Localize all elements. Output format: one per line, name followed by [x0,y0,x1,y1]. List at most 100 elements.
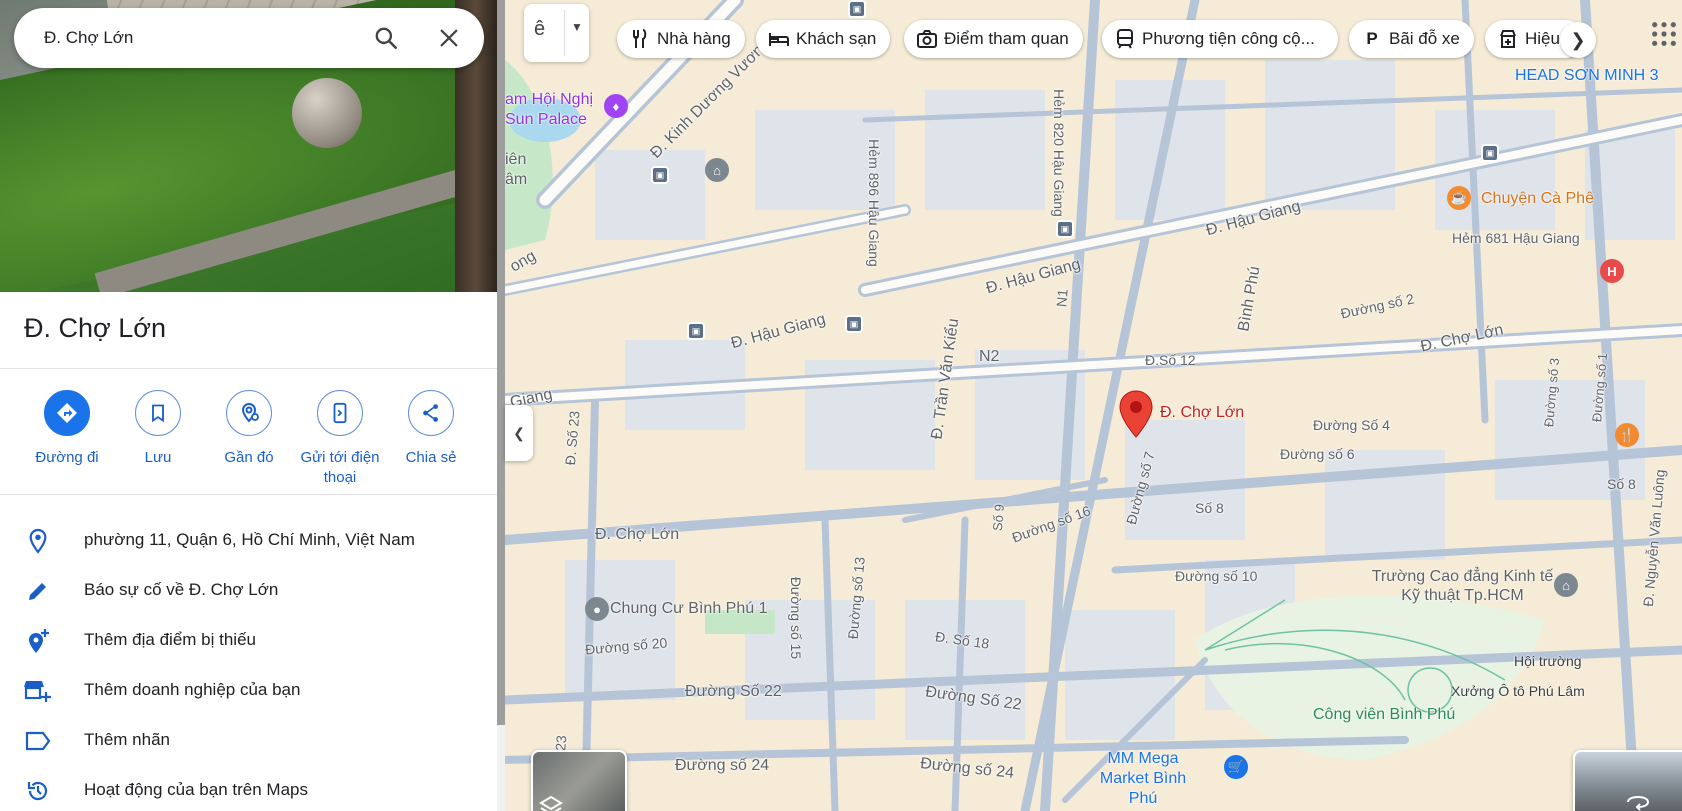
collapse-panel-button[interactable]: ❮ [505,405,533,461]
transit-icon [1114,28,1136,50]
place-title: Đ. Chợ Lớn [24,313,166,343]
place-label[interactable]: iên âm [505,150,535,190]
road-label: Đ.Số 12 [1145,352,1196,368]
road-label: N2 [979,348,1000,365]
road-label: Đường Số 22 [685,683,782,700]
camera-icon [916,28,938,50]
chip-transit[interactable]: Phương tiện công cộ... [1102,20,1338,58]
edit-pencil-icon [24,577,52,605]
maps-activity-row[interactable]: Hoạt động của bạn trên Maps [0,765,497,811]
chip-restaurants[interactable]: Nhà hàng [617,20,745,58]
restaurant-icon [629,28,651,50]
road-label: Đường số 15 [788,576,805,660]
shopping-cart-icon[interactable]: 🛒 [1224,755,1248,779]
clear-search-button[interactable] [431,20,467,56]
send-to-phone-button[interactable]: Gửi tới điện thoại [295,390,385,488]
send-to-phone-icon [317,390,363,436]
add-missing-place-row[interactable]: Thêm địa điểm bị thiếu [0,615,497,665]
road-label: Số 9 [989,503,1008,532]
selected-place-marker-icon[interactable] [1118,390,1154,438]
bus-stop-icon[interactable]: ▣ [1481,144,1499,162]
place-label[interactable]: MM Mega Market Bình Phú [1088,749,1198,809]
bus-stop-icon[interactable]: ▣ [845,315,863,333]
bus-stop-icon[interactable]: ▣ [848,0,866,18]
road-label: Đường Số 4 [1313,417,1390,433]
road-label: Đường số 10 [1175,568,1258,584]
bus-stop-icon[interactable]: ▣ [1056,220,1074,238]
address-row[interactable]: phường 11, Quận 6, Hồ Chí Minh, Việt Nam [0,515,497,565]
pharmacy-icon [1497,28,1519,50]
add-business-icon [24,677,52,705]
chevron-right-icon: ❯ [1570,29,1586,50]
add-business-row[interactable]: Thêm doanh nghiệp của bạn [0,665,497,715]
school-icon[interactable]: ⌂ [1554,573,1578,597]
cafe-icon[interactable]: ☕ [1447,186,1471,210]
place-label[interactable]: Chuyện Cà Phê [1481,190,1594,208]
school-icon[interactable]: ⌂ [705,158,729,182]
chips-next-button[interactable]: ❯ [1560,22,1596,58]
road-label: Đ. Chợ Lớn [595,526,680,543]
chip-hotels[interactable]: Khách sạn [756,20,891,58]
road-label: N1 [1053,288,1071,308]
chip-attractions[interactable]: Điểm tham quan [904,20,1083,58]
restaurant-icon[interactable]: 🍴 [1615,423,1639,447]
save-button[interactable]: Lưu [113,390,203,468]
chip-label: Nhà hàng [657,29,731,48]
bus-stop-icon[interactable]: ▣ [651,166,669,184]
nearby-icon [226,390,272,436]
pin-icon[interactable]: ● [585,597,609,621]
search-button[interactable] [368,20,404,56]
apps-grid-icon[interactable] [1650,20,1678,48]
street-view-thumbnail[interactable] [1573,750,1682,811]
chevron-left-icon: ❮ [513,424,525,441]
road-label: Hẻm 681 Hậu Giang [1452,230,1580,246]
nearby-label: Gần đó [224,449,274,466]
chip-label: Hiệu [1525,29,1560,48]
bus-stop-icon[interactable]: ▣ [687,322,705,340]
input-method-icon: ê [534,18,546,40]
road-label: Đường số 6 [1280,446,1355,462]
search-box[interactable]: Đ. Chợ Lớn [14,8,484,68]
chip-label: Phương tiện công cộ... [1142,29,1315,48]
rotate-360-icon [1627,795,1650,811]
place-label[interactable]: Chung Cư Bình Phú 1 [610,600,767,618]
history-icon [24,777,52,805]
event-venue-icon[interactable]: ♦ [604,94,628,118]
photo-stone-ball [292,78,362,148]
report-issue-row[interactable]: Báo sự cố về Đ. Chợ Lớn [0,565,497,615]
nearby-button[interactable]: Gần đó [204,390,294,468]
divider [0,368,497,369]
share-icon [408,390,454,436]
add-missing-place-text: Thêm địa điểm bị thiếu [84,630,256,649]
layers-button[interactable] [531,750,627,811]
road-label: Hẻm 820 Hậu Giang [1050,89,1067,217]
chip-label: Khách sạn [796,29,877,48]
bookmark-icon [135,390,181,436]
selected-place-label[interactable]: Đ. Chợ Lớn [1160,404,1244,422]
place-label[interactable]: Xưởng Ô tô Phú Lâm [1451,683,1585,699]
road-label: Hẻm 896 Hậu Giang [865,139,882,267]
chevron-down-icon[interactable]: ▼ [571,20,583,34]
share-label: Chia sẻ [405,449,457,466]
place-label[interactable]: HEAD SƠN MINH 3 [1515,67,1659,85]
directions-button[interactable]: Đường đi [22,390,112,468]
place-label[interactable]: Trường Cao đẳng Kinh tế Kỹ thuật Tp.HCM [1370,567,1555,605]
report-issue-text: Báo sự cố về Đ. Chợ Lớn [84,580,279,599]
search-input[interactable]: Đ. Chợ Lớn [44,8,133,68]
add-label-row[interactable]: Thêm nhãn [0,715,497,765]
address-text: phường 11, Quận 6, Hồ Chí Minh, Việt Nam [84,530,415,549]
chip-parking[interactable]: P Bãi đỗ xe [1349,20,1474,58]
road-label: 23 [552,734,570,752]
place-panel: Đ. Chợ Lớn Đ. Chợ Lớn Đường đi Lưu Gần đ… [0,0,497,811]
place-label[interactable]: am Hội Nghị Sun Palace [505,90,600,130]
hospital-icon[interactable]: H [1600,259,1624,283]
add-place-icon [24,627,52,655]
place-label[interactable]: Hội trường [1514,653,1582,669]
road-label: Số 8 [1195,500,1224,516]
save-label: Lưu [144,449,172,466]
share-button[interactable]: Chia sẻ [386,390,476,468]
place-label[interactable]: Công viên Bình Phú [1313,706,1455,724]
input-tools-button[interactable]: ê ▼ [524,4,589,62]
map-canvas[interactable]: Đ. Kinh Dương Vương Hẻm 820 Hậu Giang Hẻ… [505,0,1682,811]
panel-scrollbar-thumb[interactable] [497,0,505,725]
